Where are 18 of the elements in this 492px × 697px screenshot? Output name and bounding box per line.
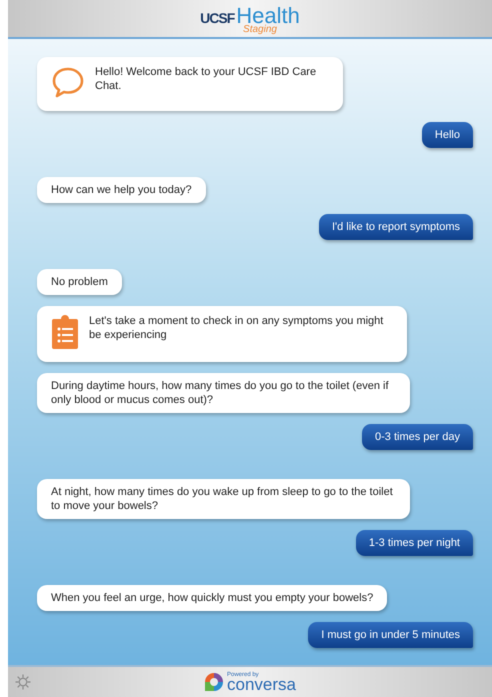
environment-label: Staging: [243, 24, 277, 35]
bot-message: Hello! Welcome back to your UCSF IBD Care Chat.: [37, 57, 343, 111]
bot-message: At night, how many times do you wake up from sleep to go to the toilet to move your bowels?: [37, 479, 410, 519]
settings-icon[interactable]: [14, 673, 32, 691]
user-reply: Hello: [422, 122, 473, 148]
logo-mark: UCSF: [200, 10, 234, 26]
bot-message: How can we help you today?: [37, 177, 206, 203]
bot-message: No problem: [37, 269, 122, 295]
bot-message: When you feel an urge, how quickly must you empty your bowels?: [37, 585, 388, 611]
user-reply: 1-3 times per night: [356, 530, 473, 556]
speech-bubble-icon: [51, 65, 85, 99]
user-reply: I must go in under 5 minutes: [308, 622, 473, 648]
bot-message: Let's take a moment to check in on any symptoms you might be experiencing: [37, 306, 407, 362]
clipboard-list-icon: [51, 314, 79, 350]
user-reply: I'd like to report symptoms: [318, 214, 473, 240]
conversa-logo-icon: [204, 672, 224, 692]
user-reply: 0-3 times per day: [362, 424, 473, 450]
bot-message: During daytime hours, how many times do you go to the toilet (even if only blood or mucus comes out)?: [37, 373, 410, 413]
